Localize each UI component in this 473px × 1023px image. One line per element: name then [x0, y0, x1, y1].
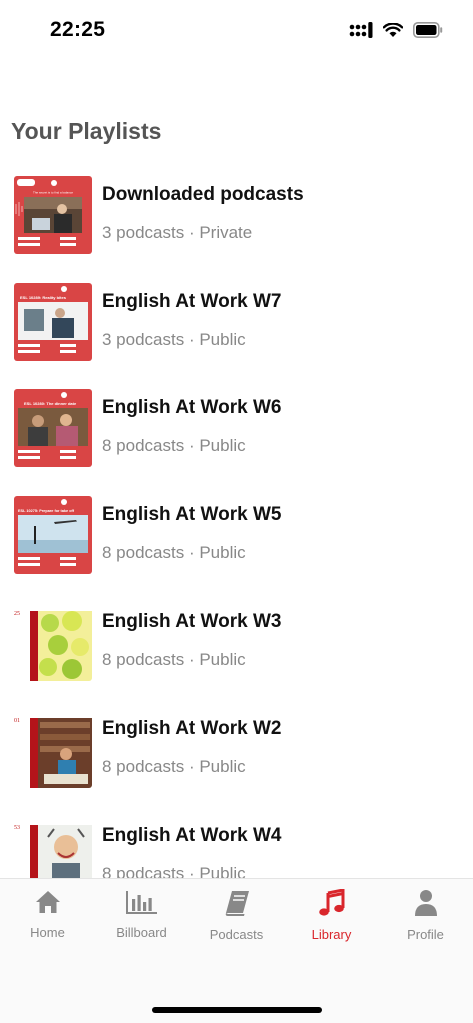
playlist-title: Downloaded podcasts [102, 184, 304, 205]
playlist-item[interactable]: ESL 10280: The dinner date English At Wo… [0, 383, 473, 489]
playlist-subtitle: 8 podcasts · Public [102, 436, 246, 455]
playlist-title: English At Work W4 [102, 825, 282, 846]
music-note-icon [318, 889, 344, 916]
thumbnail-caption: ESL 10289: Reality bites [20, 295, 67, 300]
playlist-item[interactable]: The secret is to find a balance Download… [0, 170, 473, 276]
playlist-subtitle: 3 podcasts · Private [102, 223, 253, 242]
playlist-subtitle: 8 podcasts · Public [102, 864, 246, 878]
thumbnail-caption: ESL 10275: Prepare for take off [18, 509, 75, 513]
playlist-thumbnail: 25 [14, 603, 92, 681]
home-indicator [152, 1007, 322, 1013]
playlist-thumbnail: ESL 10289: Reality bites [14, 283, 92, 361]
tab-library[interactable]: Library [284, 889, 379, 942]
playlist-thumbnail: 53 [14, 817, 92, 878]
thumbnail-caption: The secret is to find a balance [33, 191, 73, 195]
tab-podcasts[interactable]: Podcasts [189, 889, 284, 942]
book-icon [225, 891, 249, 916]
chart-icon [125, 891, 157, 914]
wifi-icon [383, 22, 403, 37]
tab-label: Podcasts [209, 927, 264, 942]
playlist-title: English At Work W5 [102, 504, 282, 525]
tab-bar: Home Billboard Podcasts Library Profile [0, 878, 473, 1023]
playlist-list[interactable]: The secret is to find a balance Download… [0, 170, 473, 878]
playlist-thumbnail: 01 [14, 710, 92, 788]
tab-home[interactable]: Home [0, 889, 95, 940]
tab-label: Library [311, 927, 352, 942]
status-bar: 22:25 [0, 0, 473, 62]
tab-label: Home [30, 925, 65, 940]
tab-billboard[interactable]: Billboard [94, 889, 189, 940]
playlist-thumbnail: ESL 10280: The dinner date [14, 389, 92, 467]
status-time: 22:25 [50, 18, 106, 41]
tab-label: Billboard [116, 925, 167, 940]
playlist-title: English At Work W2 [102, 718, 282, 739]
tab-profile[interactable]: Profile [378, 889, 473, 942]
playlist-subtitle: 8 podcasts · Public [102, 650, 246, 669]
playlist-subtitle: 3 podcasts · Public [102, 330, 246, 349]
page-title: Your Playlists [11, 118, 162, 144]
thumbnail-number: 01 [14, 718, 20, 724]
tab-label: Profile [407, 927, 444, 942]
status-icons [349, 22, 443, 38]
battery-icon [413, 22, 443, 38]
playlist-item[interactable]: 53 English At Work W4 8 podcasts · Publi… [0, 811, 473, 878]
playlist-item[interactable]: ESL 10289: Reality bites English At Work… [0, 277, 473, 383]
cellular-signal-icon [349, 22, 373, 38]
home-icon [35, 891, 60, 913]
thumbnail-number: 53 [14, 825, 20, 831]
playlist-thumbnail: The secret is to find a balance [14, 176, 92, 254]
person-icon [414, 890, 437, 916]
playlist-item[interactable]: 01 English At Work W2 8 podcasts · Publi… [0, 704, 473, 810]
playlist-subtitle: 8 podcasts · Public [102, 543, 246, 562]
playlist-subtitle: 8 podcasts · Public [102, 757, 246, 776]
thumbnail-caption: ESL 10280: The dinner date [24, 401, 77, 406]
playlist-item[interactable]: ESL 10275: Prepare for take off English … [0, 490, 473, 596]
playlist-title: English At Work W7 [102, 291, 282, 312]
playlist-thumbnail: ESL 10275: Prepare for take off [14, 496, 92, 574]
playlist-title: English At Work W3 [102, 611, 282, 632]
playlist-item[interactable]: 25 English At Work W3 8 podcasts · Publi… [0, 597, 473, 703]
thumbnail-number: 25 [14, 611, 20, 617]
playlist-title: English At Work W6 [102, 397, 282, 418]
